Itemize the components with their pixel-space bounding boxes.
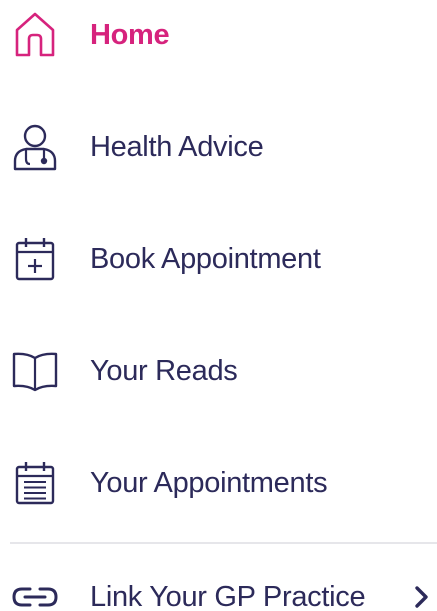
menu-item-label: Health Advice [90, 130, 264, 163]
chevron-right-icon [411, 582, 433, 611]
menu-item-your-reads[interactable]: Your Reads [0, 336, 437, 406]
link-gp-practice-label: Link Your GP Practice [90, 580, 366, 611]
navigation-menu: Home Health Advice Book Appointment Your… [0, 0, 437, 611]
doctor-icon [8, 120, 62, 174]
menu-item-health-advice[interactable]: Health Advice [0, 112, 437, 182]
menu-item-book-appointment[interactable]: Book Appointment [0, 224, 437, 294]
menu-item-your-appointments[interactable]: Your Appointments [0, 448, 437, 518]
menu-item-label: Home [90, 18, 170, 51]
menu-item-label: Book Appointment [90, 242, 321, 275]
calendar-add-icon [8, 232, 62, 286]
menu-item-label: Your Reads [90, 354, 238, 387]
menu-item-label: Your Appointments [90, 466, 328, 499]
link-gp-practice-item[interactable]: Link Your GP Practice [0, 562, 437, 611]
menu-item-home[interactable]: Home [0, 0, 437, 70]
book-icon [8, 344, 62, 398]
home-icon [8, 8, 62, 62]
calendar-list-icon [8, 456, 62, 510]
link-icon [8, 570, 62, 611]
menu-divider [10, 542, 437, 544]
